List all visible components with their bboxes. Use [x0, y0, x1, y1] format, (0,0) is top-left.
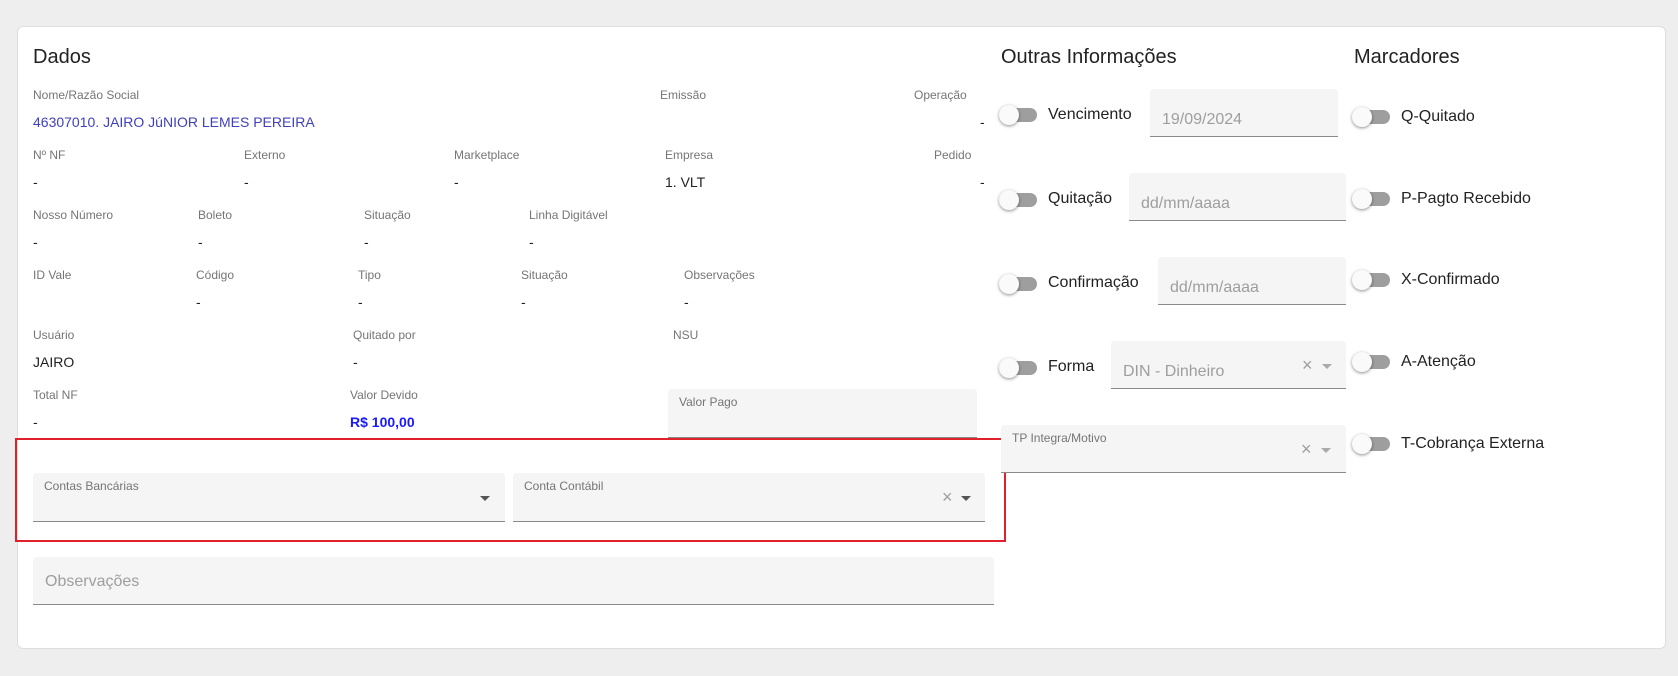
- nome-label: Nome/Razão Social: [33, 88, 140, 102]
- observacoes-placeholder: Observações: [45, 573, 140, 590]
- vencimento-date-field[interactable]: 19/09/2024: [1150, 89, 1338, 137]
- clear-icon[interactable]: ×: [1301, 440, 1312, 458]
- clear-icon[interactable]: ×: [1302, 356, 1313, 374]
- contas-bancarias-label: Contas Bancárias: [44, 479, 139, 493]
- codigo-value: -: [196, 294, 201, 310]
- boleto-value: -: [198, 234, 203, 250]
- nf-value: -: [33, 174, 38, 190]
- dados-title: Dados: [33, 46, 91, 68]
- confirmacao-label: Confirmação: [1048, 274, 1139, 291]
- linha-digitavel-value: -: [529, 234, 534, 250]
- nosso-numero-value: -: [33, 234, 38, 250]
- quitado-por-value: -: [353, 354, 358, 370]
- outras-informacoes-title: Outras Informações: [1001, 46, 1177, 68]
- conta-contabil-select[interactable]: Conta Contábil ×: [513, 473, 985, 522]
- quitacao-label: Quitação: [1048, 190, 1113, 207]
- a-atencao-toggle[interactable]: [1352, 352, 1390, 372]
- forma-value: DIN - Dinheiro: [1123, 363, 1225, 380]
- chevron-down-icon[interactable]: [961, 496, 971, 501]
- tipo-label: Tipo: [358, 268, 381, 282]
- quitacao-toggle[interactable]: [999, 190, 1037, 210]
- forma-label: Forma: [1048, 358, 1095, 375]
- valor-pago-field[interactable]: Valor Pago: [668, 389, 977, 438]
- observacoes-field[interactable]: Observações: [33, 557, 994, 605]
- nosso-numero-label: Nosso Número: [33, 208, 114, 222]
- total-nf-label: Total NF: [33, 388, 78, 402]
- contas-bancarias-select[interactable]: Contas Bancárias: [33, 473, 505, 522]
- codigo-label: Código: [196, 268, 235, 282]
- observacoes-vale-label: Observações: [684, 268, 755, 282]
- a-atencao-label: A-Atenção: [1401, 353, 1476, 370]
- id-vale-label: ID Vale: [33, 268, 72, 282]
- situacao-value: -: [364, 234, 369, 250]
- marketplace-value: -: [454, 174, 459, 190]
- empresa-value: 1. VLT: [665, 174, 706, 190]
- quitacao-date-placeholder: dd/mm/aaaa: [1141, 195, 1230, 212]
- quitado-por-label: Quitado por: [353, 328, 416, 342]
- chevron-down-icon[interactable]: [480, 496, 490, 501]
- emissao-label: Emissão: [660, 88, 707, 102]
- observacoes-vale-value: -: [684, 294, 689, 310]
- situacao-label: Situação: [364, 208, 411, 222]
- nsu-label: NSU: [673, 328, 699, 342]
- total-nf-value: -: [33, 414, 38, 430]
- q-quitado-label: Q-Quitado: [1401, 108, 1475, 125]
- externo-label: Externo: [244, 148, 286, 162]
- usuario-value: JAIRO: [33, 354, 75, 370]
- confirmacao-date-placeholder: dd/mm/aaaa: [1170, 279, 1259, 296]
- forma-toggle[interactable]: [999, 358, 1037, 378]
- tp-integra-select[interactable]: TP Integra/Motivo ×: [1001, 425, 1346, 473]
- q-quitado-toggle[interactable]: [1352, 107, 1390, 127]
- conta-contabil-label: Conta Contábil: [524, 479, 604, 493]
- vencimento-toggle[interactable]: [999, 105, 1037, 125]
- operacao-value: -: [980, 114, 985, 130]
- pedido-value: -: [980, 174, 985, 190]
- confirmacao-toggle[interactable]: [999, 274, 1037, 294]
- chevron-down-icon[interactable]: [1322, 364, 1332, 369]
- clear-icon[interactable]: ×: [942, 488, 953, 506]
- t-cobranca-externa-label: T-Cobrança Externa: [1401, 435, 1545, 452]
- x-confirmado-toggle[interactable]: [1352, 270, 1390, 290]
- vencimento-date-value: 19/09/2024: [1162, 111, 1243, 128]
- usuario-label: Usuário: [33, 328, 75, 342]
- empresa-label: Empresa: [665, 148, 714, 162]
- valor-devido-value: R$ 100,00: [350, 414, 415, 430]
- tp-integra-label: TP Integra/Motivo: [1012, 431, 1107, 445]
- situacao-vale-value: -: [521, 294, 526, 310]
- valor-pago-label: Valor Pago: [679, 395, 738, 409]
- operacao-label: Operação: [914, 88, 967, 102]
- forma-select[interactable]: DIN - Dinheiro ×: [1111, 341, 1346, 389]
- boleto-label: Boleto: [198, 208, 233, 222]
- vencimento-label: Vencimento: [1048, 106, 1132, 123]
- quitacao-date-field[interactable]: dd/mm/aaaa: [1129, 173, 1346, 221]
- chevron-down-icon[interactable]: [1321, 448, 1331, 453]
- situacao-vale-label: Situação: [521, 268, 568, 282]
- marcadores-title: Marcadores: [1354, 46, 1460, 68]
- externo-value: -: [244, 174, 249, 190]
- nf-label: Nº NF: [33, 148, 66, 162]
- pedido-label: Pedido: [934, 148, 972, 162]
- valor-devido-label: Valor Devido: [350, 388, 418, 402]
- t-cobranca-externa-toggle[interactable]: [1352, 434, 1390, 454]
- p-pagto-recebido-label: P-Pagto Recebido: [1401, 190, 1531, 207]
- p-pagto-recebido-toggle[interactable]: [1352, 189, 1390, 209]
- x-confirmado-label: X-Confirmado: [1401, 271, 1500, 288]
- confirmacao-date-field[interactable]: dd/mm/aaaa: [1158, 257, 1346, 305]
- marketplace-label: Marketplace: [454, 148, 520, 162]
- tipo-value: -: [358, 294, 363, 310]
- nome-value[interactable]: 46307010. JAIRO JúNIOR LEMES PEREIRA: [33, 114, 315, 130]
- linha-digitavel-label: Linha Digitável: [529, 208, 608, 222]
